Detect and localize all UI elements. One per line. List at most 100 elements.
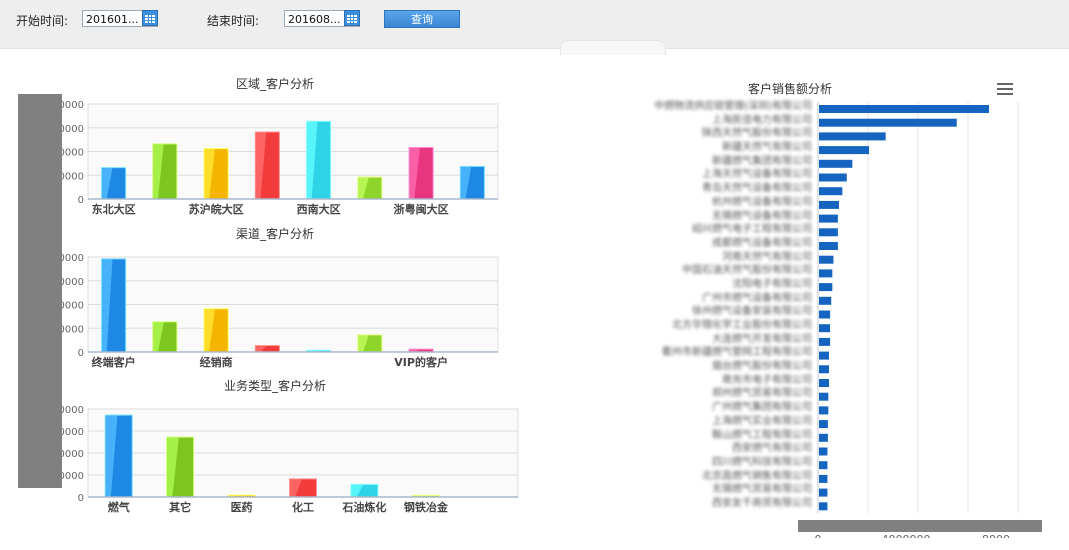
bar xyxy=(459,165,485,199)
company-label: 无锡燃气贸易有限公司 xyxy=(712,484,812,496)
y-tick-label: 0000 xyxy=(59,405,84,416)
x-tick-label: 东北大区 xyxy=(92,202,136,216)
company-label: 南充市电子有限公司 xyxy=(722,374,812,386)
bar xyxy=(203,148,229,199)
channel-bar-chart: 00000000000000000终端客户 经销商 VIP的客户 xyxy=(59,253,499,369)
company-label: 广州燃气集团有限公司 xyxy=(712,402,812,414)
bar xyxy=(819,392,829,401)
bar xyxy=(819,461,828,470)
company-label: 中燃物流供应链管理(深圳)有限公司 xyxy=(654,101,812,112)
y-tick-label: 0000 xyxy=(59,449,84,460)
company-label: 新疆燃气集团有限公司 xyxy=(712,155,812,167)
company-label-list: 中燃物流供应链管理(深圳)有限公司 上海民佳电力有限公司 陕西天然气股份有限公司 新疆… xyxy=(592,100,812,511)
x-tick-label: 终端客户 xyxy=(92,355,136,369)
bar xyxy=(152,321,178,352)
bar xyxy=(819,324,831,333)
x-tick-label: 经销商 xyxy=(200,355,233,369)
sales-chart-title: 客户销售额分析 xyxy=(747,82,832,96)
region-chart-title: 区域_客户分析 xyxy=(235,77,314,91)
y-tick-label: 0000 xyxy=(59,277,84,288)
company-label: 杭州燃气设备有限公司 xyxy=(712,196,812,208)
end-calendar-icon[interactable] xyxy=(344,10,360,26)
start-calendar-icon[interactable] xyxy=(142,10,158,26)
company-label: 沈阳电子有限公司 xyxy=(732,278,812,290)
company-label: 陕西天然气股份有限公司 xyxy=(702,128,812,140)
business-chart-title: 业务类型_客户分析 xyxy=(223,379,326,393)
x-tick-label: 钢铁冶金 xyxy=(404,500,449,514)
bar xyxy=(819,132,886,141)
bar xyxy=(819,283,833,292)
bar xyxy=(819,296,832,305)
end-time-label: 结束时间: xyxy=(207,14,260,28)
company-label: 西安燃气有限公司 xyxy=(732,443,812,455)
bar xyxy=(819,159,853,168)
bar xyxy=(203,308,229,352)
x-tick-label: 化工 xyxy=(292,500,314,514)
x-tick-label: 0 xyxy=(815,533,822,538)
region-bar-chart: 00000000000000000东北大区 苏沪皖大区 西南大区 浙粤闽大区 xyxy=(59,100,499,216)
query-button[interactable]: 查询 xyxy=(384,10,460,28)
company-label: 无锡燃气设备有限公司 xyxy=(712,210,812,222)
bar xyxy=(254,345,280,352)
company-label: 郑州燃气贸易有限公司 xyxy=(712,388,812,400)
filter-bar: 开始时间: 201601... 结束时间: 201608... 查询 xyxy=(0,0,1069,49)
menu-icon[interactable] xyxy=(997,83,1013,95)
company-label: 中国石油天然气股份有限公司 xyxy=(682,265,812,277)
y-tick-label: 0000 xyxy=(59,324,84,335)
bar xyxy=(357,176,383,199)
business-bar-chart: 00000000000000000燃气 其它 医药 化工 石油炼化 钢铁冶金 xyxy=(59,405,519,514)
company-label: 广州市燃气设备有限公司 xyxy=(702,292,812,304)
company-label: 鞍山燃气工程有限公司 xyxy=(712,429,812,441)
company-label: 河南天然气有限公司 xyxy=(722,251,812,263)
company-label: 新疆天然气有限公司 xyxy=(722,142,812,154)
company-label: 成都燃气设备有限公司 xyxy=(712,237,812,249)
company-label: 北方华锦化学工业股份有限公司 xyxy=(672,320,812,331)
channel-chart-title: 渠道_客户分析 xyxy=(235,227,314,241)
bar xyxy=(101,258,127,352)
sales-bar-chart: 0 4000000 8000 xyxy=(815,102,1019,538)
bar xyxy=(350,483,379,497)
bar xyxy=(819,488,828,497)
bar xyxy=(289,478,317,497)
bar xyxy=(306,120,332,199)
bar xyxy=(819,474,828,483)
company-label: 西安友千商贸有限公司 xyxy=(712,497,812,509)
company-label: 绍兴燃气电子工程有限公司 xyxy=(692,224,812,236)
bar xyxy=(357,334,383,352)
bar xyxy=(104,414,133,497)
company-label: 北京昌燃气销售有限公司 xyxy=(702,470,812,482)
x-tick-label: VIP的客户 xyxy=(394,355,448,369)
bar xyxy=(819,447,828,456)
x-tick-label: 医药 xyxy=(231,500,253,514)
bar xyxy=(819,105,989,113)
y-tick-label: 0000 xyxy=(59,124,84,135)
y-tick-label: 0 xyxy=(78,348,84,359)
y-tick-label: 0000 xyxy=(59,427,84,438)
bar xyxy=(819,255,834,264)
y-tick-label: 0000 xyxy=(59,171,84,182)
bar xyxy=(819,214,838,223)
company-label: 青岛天然气设备有限公司 xyxy=(702,183,812,195)
bar xyxy=(819,379,829,387)
x-tick-label: 其它 xyxy=(169,500,191,514)
y-tick-label: 0000 xyxy=(59,100,84,111)
y-tick-label: 0000 xyxy=(59,471,84,482)
company-label: 徐州燃气设备安装有限公司 xyxy=(692,306,812,318)
company-label: 四川燃气科技有限公司 xyxy=(712,456,812,468)
bar xyxy=(819,406,829,415)
company-label: 大连燃气开发有限公司 xyxy=(712,333,812,345)
bar xyxy=(819,146,869,155)
bar xyxy=(819,242,838,250)
bar xyxy=(819,173,847,182)
y-tick-label: 0000 xyxy=(59,148,84,159)
company-label: 烟台燃气股份有限公司 xyxy=(712,361,812,373)
y-tick-label: 0000 xyxy=(59,253,84,264)
bar xyxy=(819,365,829,374)
bar xyxy=(819,200,839,209)
bar xyxy=(152,143,178,199)
bar xyxy=(101,167,127,199)
x-tick-label: 苏沪皖大区 xyxy=(189,202,244,216)
y-tick-label: 0000 xyxy=(59,301,84,312)
bar xyxy=(819,310,831,319)
company-label: 上海燃气实业有限公司 xyxy=(712,415,812,427)
